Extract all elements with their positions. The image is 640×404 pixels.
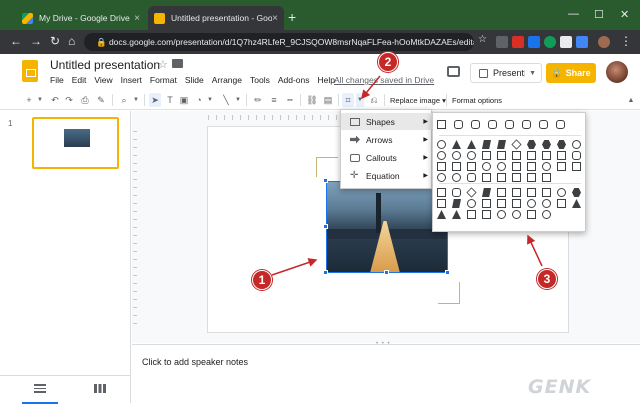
annotation-badge-2: 2 (378, 52, 398, 72)
annotation-arrow-3 (527, 234, 543, 267)
annotation-badge-1: 1 (252, 270, 272, 290)
annotation-badge-3: 3 (537, 269, 557, 289)
annotation-arrows (271, 75, 543, 276)
genk-watermark: GENK (528, 376, 592, 398)
annotation-arrow-1 (271, 258, 318, 276)
annotation-arrow-2 (361, 75, 381, 100)
